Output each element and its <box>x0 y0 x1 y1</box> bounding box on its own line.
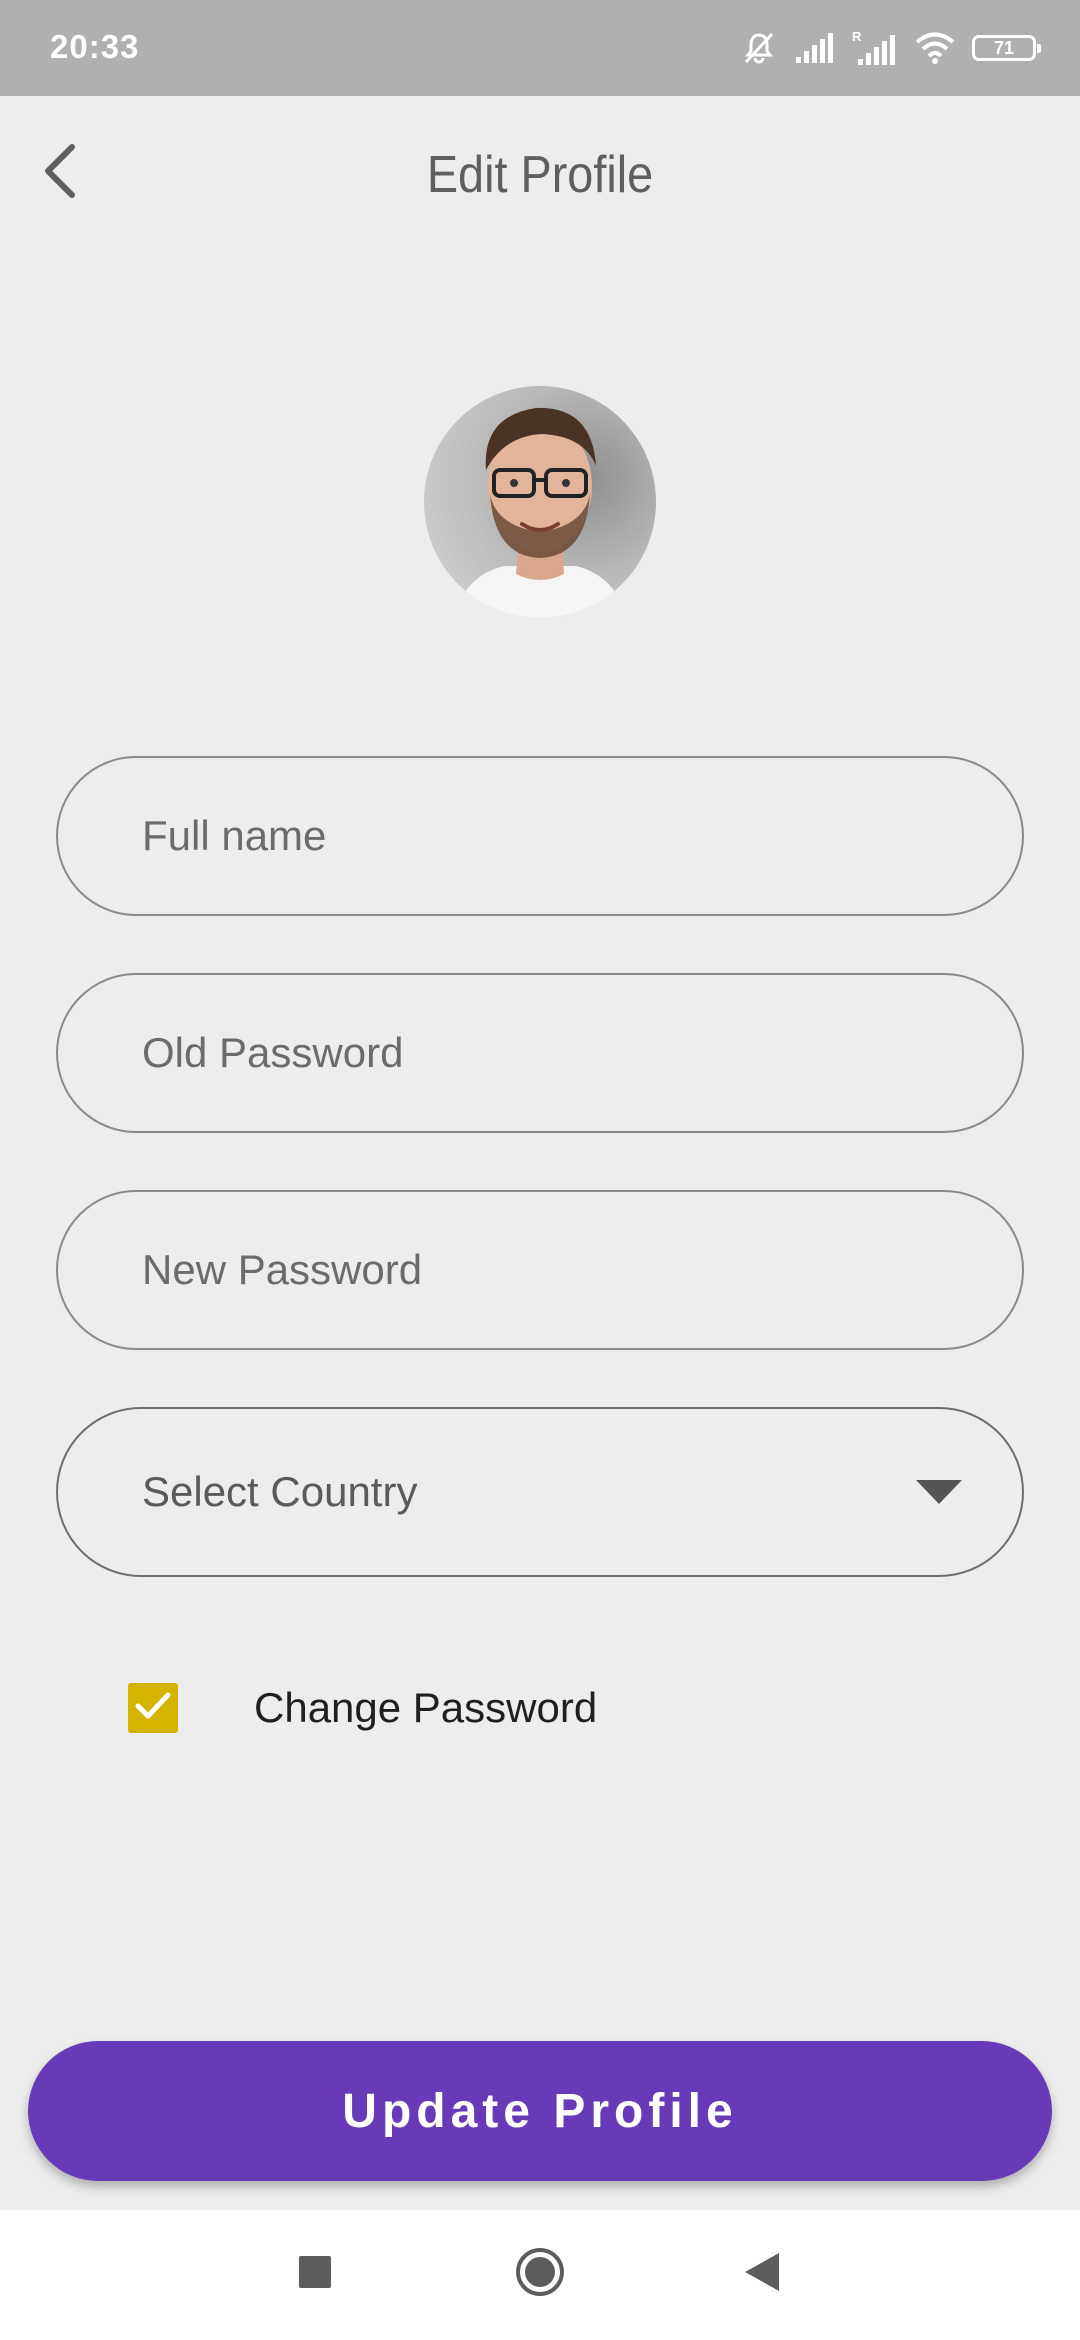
system-nav-bar <box>0 2210 1080 2340</box>
recents-button[interactable] <box>275 2234 355 2314</box>
change-password-row[interactable]: Change Password <box>128 1680 597 1736</box>
new-password-field[interactable] <box>56 1190 1024 1350</box>
country-select[interactable]: Select Country <box>56 1407 1024 1577</box>
change-password-label: Change Password <box>254 1684 598 1731</box>
update-profile-button[interactable]: Update Profile <box>28 2041 1052 2181</box>
country-select-value: Select Country <box>142 1468 418 1515</box>
recents-icon <box>298 2255 332 2294</box>
old-password-field[interactable] <box>56 973 1024 1133</box>
checkmark-icon <box>134 1690 172 1727</box>
full-name-field[interactable] <box>56 756 1024 916</box>
battery-level: 71 <box>993 38 1015 58</box>
profile-avatar[interactable] <box>424 386 656 618</box>
battery-icon: 71 <box>972 35 1041 61</box>
signal-icon <box>794 31 836 65</box>
change-password-checkbox[interactable] <box>128 1683 178 1733</box>
wifi-icon <box>914 31 956 65</box>
new-password-input[interactable] <box>140 1245 962 1295</box>
full-name-input[interactable] <box>140 811 962 861</box>
avatar-portrait-image <box>454 407 626 618</box>
page-title: Edit Profile <box>426 146 654 204</box>
status-bar: 20:33 R 71 <box>0 0 1080 96</box>
edit-profile-screen: 20:33 R 71 Edit Profile Full name Select… <box>0 0 1080 2340</box>
home-icon <box>514 2246 566 2303</box>
mute-icon <box>740 29 778 67</box>
caret-down-icon <box>916 1480 962 1504</box>
svg-text:R: R <box>852 29 862 44</box>
update-profile-label: Update Profile <box>342 2084 738 2138</box>
status-time: 20:33 <box>50 28 140 65</box>
back-icon <box>743 2251 781 2298</box>
home-button[interactable] <box>500 2234 580 2314</box>
nav-back-button[interactable] <box>722 2234 802 2314</box>
old-password-input[interactable] <box>140 1028 962 1078</box>
signal-roaming-icon: R <box>852 29 898 67</box>
status-icons: R 71 <box>740 26 1041 70</box>
